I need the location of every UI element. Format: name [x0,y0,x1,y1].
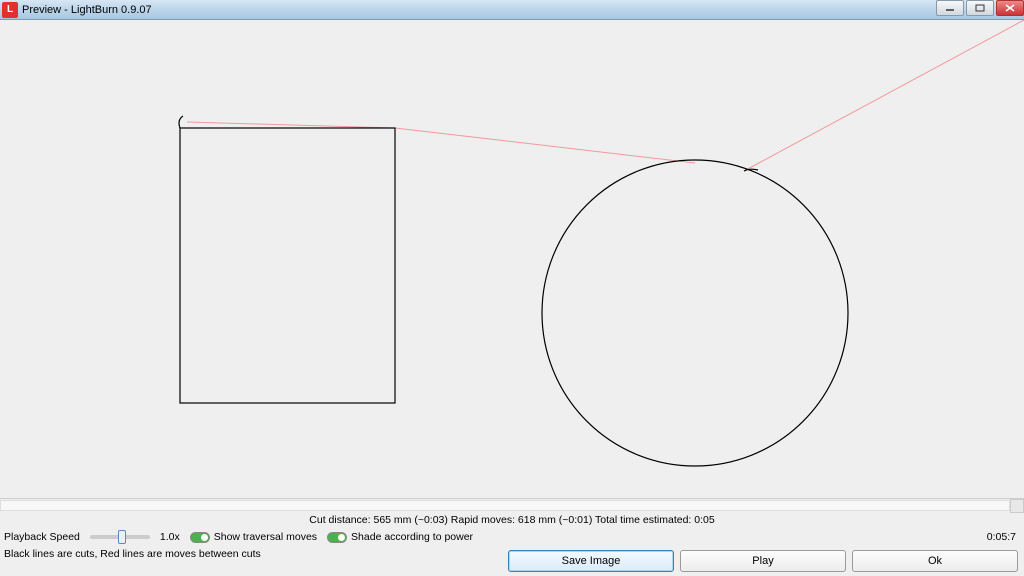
preview-canvas[interactable] [0,20,1024,498]
close-button[interactable] [996,0,1024,16]
slider-track[interactable] [90,535,150,539]
bottom-row: Black lines are cuts, Red lines are move… [0,546,1024,576]
maximize-icon [975,4,985,12]
show-traversal-toggle[interactable] [190,532,210,543]
title-bar: L Preview - LightBurn 0.9.07 [0,0,1024,20]
scrubber-end-button[interactable] [1010,499,1024,513]
playback-speed-slider[interactable] [90,535,150,539]
minimize-button[interactable] [936,0,964,16]
save-image-button[interactable]: Save Image [508,550,674,572]
playback-speed-value: 1.0x [160,531,180,543]
ok-button[interactable]: Ok [852,550,1018,572]
controls-row: Playback Speed 1.0x Show traversal moves… [0,528,1024,546]
scrubber-track[interactable] [0,500,1010,511]
play-button[interactable]: Play [680,550,846,572]
traversal-lines [187,20,1024,171]
maximize-button[interactable] [966,0,994,16]
shade-power-toggle[interactable] [327,532,347,543]
app-icon: L [2,2,18,18]
window-title: Preview - LightBurn 0.9.07 [22,4,152,16]
window-controls [934,0,1024,18]
stats-text: Cut distance: 565 mm (~0:03) Rapid moves… [309,514,714,526]
hint-text: Black lines are cuts, Red lines are move… [0,548,261,560]
slider-thumb[interactable] [118,530,126,544]
shade-power-label: Shade according to power [351,531,473,543]
stats-line: Cut distance: 565 mm (~0:03) Rapid moves… [0,512,1024,528]
playback-speed-label: Playback Speed [4,531,80,543]
playback-scrubber[interactable] [0,498,1024,512]
time-display: 0:05:7 [987,531,1020,543]
button-group: Save Image Play Ok [508,550,1024,572]
show-traversal-label: Show traversal moves [214,531,317,543]
close-icon [1005,4,1015,12]
minimize-icon [945,4,955,12]
